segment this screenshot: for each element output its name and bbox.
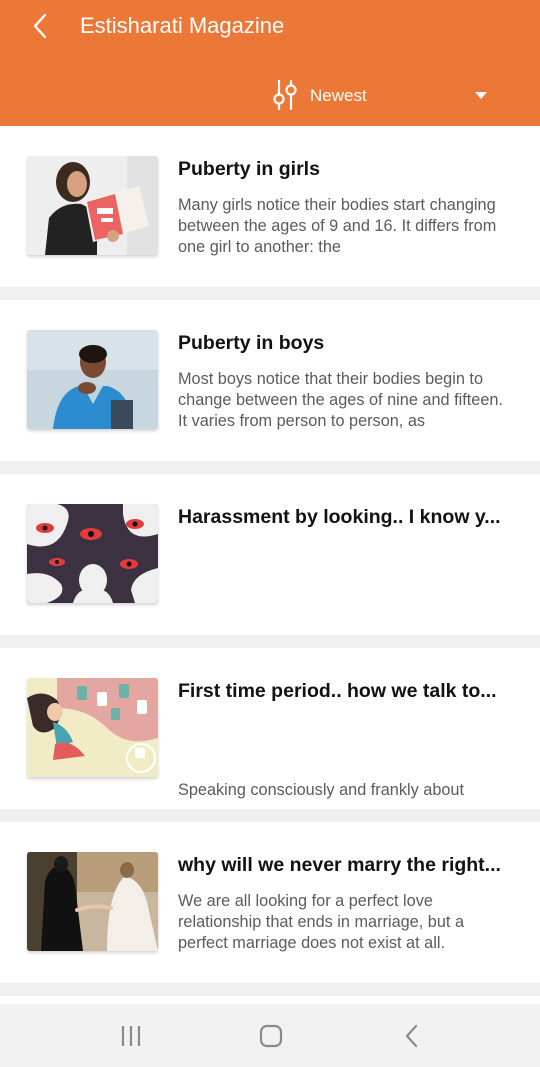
- article-thumbnail: [27, 156, 158, 255]
- back-nav-button[interactable]: [394, 1022, 430, 1050]
- caret-down-icon: [475, 92, 487, 99]
- article-card[interactable]: Harassment by looking.. I know y...: [0, 474, 540, 635]
- page-title: Estisharati Magazine: [80, 13, 285, 38]
- sort-label: Newest: [310, 86, 367, 105]
- article-title: why will we never marry the right...: [178, 854, 501, 876]
- article-excerpt: Many girls notice their bodies start cha…: [178, 196, 497, 256]
- recents-icon: [121, 1026, 141, 1046]
- article-card[interactable]: First time period.. how we talk to... Sp…: [0, 648, 540, 809]
- back-button[interactable]: [26, 8, 62, 44]
- article-title: Harassment by looking.. I know y...: [178, 506, 501, 528]
- article-title: Puberty in girls: [178, 158, 320, 180]
- sliders-icon: [273, 80, 297, 110]
- home-icon: [259, 1024, 283, 1048]
- article-thumbnail: [27, 852, 158, 951]
- article-excerpt: [178, 543, 508, 606]
- article-thumbnail: [27, 504, 158, 603]
- sort-dropdown[interactable]: Newest: [272, 76, 522, 114]
- article-thumbnail: [27, 330, 158, 429]
- article-thumbnail: [27, 678, 158, 777]
- article-title: First time period.. how we talk to...: [178, 680, 497, 702]
- article-card[interactable]: Puberty in boys Most boys notice that th…: [0, 300, 540, 461]
- article-card[interactable]: why will we never marry the right... We …: [0, 822, 540, 983]
- article-card[interactable]: Puberty in girls Many girls notice their…: [0, 126, 540, 287]
- article-title: Puberty in boys: [178, 332, 325, 354]
- article-excerpt: Most boys notice that their bodies begin…: [178, 370, 503, 430]
- home-button[interactable]: [253, 1022, 289, 1050]
- article-excerpt: Speaking consciously and frankly about: [178, 781, 465, 799]
- back-icon: [405, 1024, 418, 1048]
- recents-button[interactable]: [113, 1022, 149, 1050]
- chevron-left-icon: [33, 13, 47, 39]
- app-header: Estisharati Magazine Newest: [0, 0, 540, 126]
- article-excerpt: We are all looking for a perfect love re…: [178, 892, 464, 952]
- system-navigation-bar: [0, 1004, 540, 1067]
